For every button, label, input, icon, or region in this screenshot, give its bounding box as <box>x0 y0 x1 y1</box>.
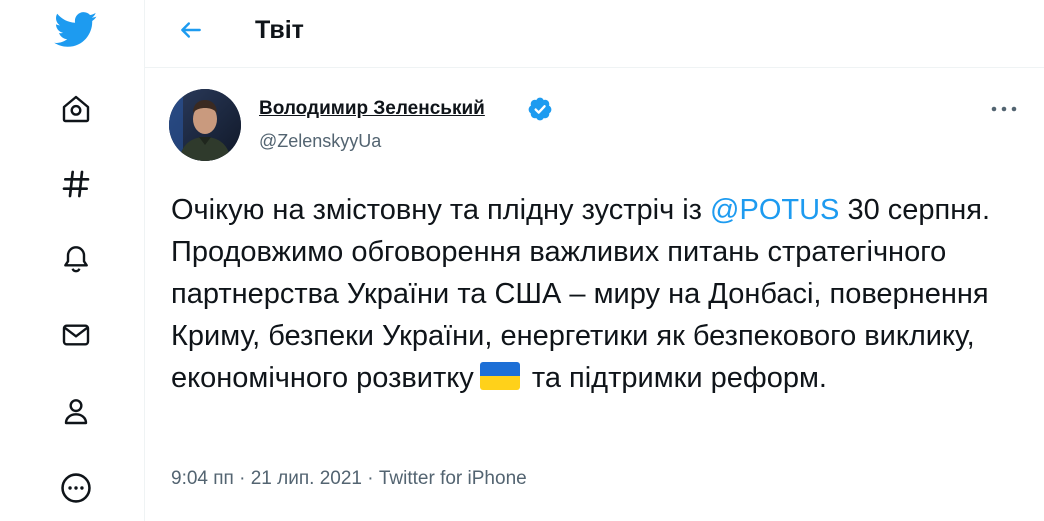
twitter-logo-button[interactable] <box>52 6 100 54</box>
tweet-time[interactable]: 9:04 пп <box>171 468 234 489</box>
tweet-more-button[interactable] <box>985 93 1023 125</box>
hashtag-icon <box>62 170 90 198</box>
page-header: Твіт <box>145 0 1044 68</box>
explore-button[interactable] <box>52 160 100 208</box>
tweet-page: Твіт Володимир Зеленський @ZelenskyyUa О… <box>0 0 1044 521</box>
messages-button[interactable] <box>52 311 100 359</box>
tweet-text: Очікую на змістовну та плідну зустріч із… <box>171 189 1031 399</box>
mail-icon <box>62 324 90 346</box>
sidebar <box>0 0 144 521</box>
mention-link[interactable]: @POTUS <box>710 194 839 226</box>
verified-badge-icon <box>528 97 552 121</box>
main-column: Твіт Володимир Зеленський @ZelenskyyUa О… <box>144 0 1044 521</box>
home-button[interactable] <box>52 85 100 133</box>
avatar-photo <box>169 89 241 161</box>
profile-icon <box>64 399 88 425</box>
home-icon <box>62 95 90 123</box>
page-title: Твіт <box>255 16 304 44</box>
more-horizontal-icon <box>991 106 1017 112</box>
tweet-text-part1: Очікую на змістовну та плідну зустріч із <box>171 194 711 226</box>
twitter-bird-icon <box>54 12 97 47</box>
tweet-source[interactable]: Twitter for iPhone <box>379 468 527 489</box>
author-handle[interactable]: @ZelenskyyUa <box>259 130 381 152</box>
flag-yellow-stripe <box>479 376 520 390</box>
notifications-button[interactable] <box>52 234 100 282</box>
tweet-date[interactable]: 21 лип. 2021 <box>251 468 362 489</box>
arrow-left-icon <box>181 22 201 38</box>
meta-separator: · <box>361 468 379 489</box>
back-button[interactable] <box>171 10 211 50</box>
bell-icon <box>64 246 88 273</box>
ukraine-flag-icon <box>479 362 520 390</box>
meta-separator: · <box>233 468 251 489</box>
tweet-text-part3: та підтримки реформ. <box>523 362 827 394</box>
more-menu-button[interactable] <box>52 464 100 512</box>
profile-button[interactable] <box>52 387 100 435</box>
avatar[interactable] <box>169 89 241 161</box>
more-circle-icon <box>61 473 91 503</box>
flag-blue-stripe <box>479 362 520 376</box>
author-name[interactable]: Володимир Зеленський <box>259 97 485 121</box>
tweet-meta: 9:04 пп · 21 лип. 2021 · Twitter for iPh… <box>171 466 527 492</box>
